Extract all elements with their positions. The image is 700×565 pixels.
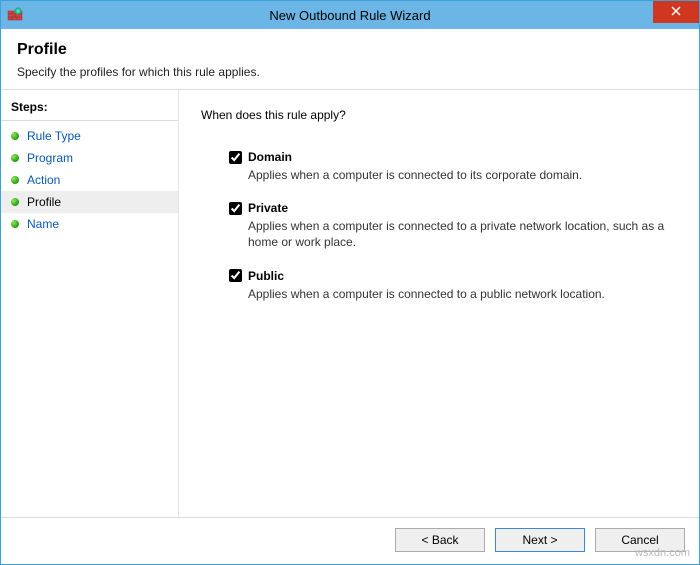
checkbox-private[interactable] — [229, 202, 242, 215]
cancel-button[interactable]: Cancel — [595, 528, 685, 552]
window-title: New Outbound Rule Wizard — [1, 8, 699, 23]
option-private: Private Applies when a computer is conne… — [229, 201, 677, 250]
option-domain: Domain Applies when a computer is connec… — [229, 150, 677, 183]
option-label: Public — [248, 269, 284, 283]
close-icon — [671, 5, 681, 19]
wizard-window: New Outbound Rule Wizard Profile Specify… — [0, 0, 700, 565]
step-bullet-icon — [11, 132, 19, 140]
step-name[interactable]: Name — [1, 213, 178, 235]
step-profile[interactable]: Profile — [1, 191, 178, 213]
page-subtitle: Specify the profiles for which this rule… — [17, 65, 683, 79]
wizard-header: Profile Specify the profiles for which t… — [1, 29, 699, 90]
wizard-footer: < Back Next > Cancel — [1, 517, 699, 564]
page-title: Profile — [17, 41, 683, 59]
option-public: Public Applies when a computer is connec… — [229, 269, 677, 302]
step-label: Rule Type — [27, 129, 81, 143]
titlebar: New Outbound Rule Wizard — [1, 1, 699, 29]
step-program[interactable]: Program — [1, 147, 178, 169]
wizard-body: Steps: Rule Type Program Action Profile … — [1, 90, 699, 517]
step-bullet-icon — [11, 220, 19, 228]
option-desc: Applies when a computer is connected to … — [248, 218, 668, 250]
steps-header: Steps: — [1, 96, 178, 121]
option-label: Domain — [248, 150, 292, 164]
step-bullet-icon — [11, 154, 19, 162]
step-label: Program — [27, 151, 73, 165]
step-label: Name — [27, 217, 59, 231]
prompt-text: When does this rule apply? — [201, 108, 677, 122]
step-bullet-icon — [11, 198, 19, 206]
step-label: Action — [27, 173, 60, 187]
steps-panel: Steps: Rule Type Program Action Profile … — [1, 90, 179, 517]
option-desc: Applies when a computer is connected to … — [248, 286, 668, 302]
back-button[interactable]: < Back — [395, 528, 485, 552]
next-button[interactable]: Next > — [495, 528, 585, 552]
close-button[interactable] — [653, 1, 699, 23]
step-label: Profile — [27, 195, 61, 209]
step-rule-type[interactable]: Rule Type — [1, 125, 178, 147]
checkbox-domain[interactable] — [229, 151, 242, 164]
option-desc: Applies when a computer is connected to … — [248, 167, 668, 183]
option-label: Private — [248, 201, 288, 215]
step-bullet-icon — [11, 176, 19, 184]
content-panel: When does this rule apply? Domain Applie… — [179, 90, 699, 517]
step-action[interactable]: Action — [1, 169, 178, 191]
checkbox-public[interactable] — [229, 269, 242, 282]
